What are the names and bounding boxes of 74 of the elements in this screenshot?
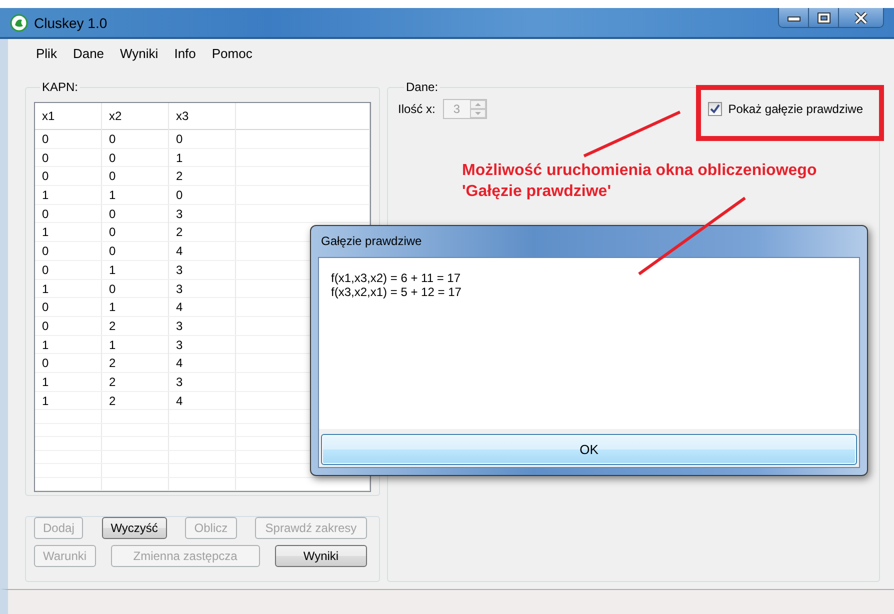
table-cell: 1 — [35, 372, 102, 391]
table-cell: 3 — [169, 372, 236, 391]
close-icon — [854, 12, 868, 24]
column-header[interactable]: x1 — [35, 103, 102, 130]
table-cell: 0 — [35, 354, 102, 372]
table-cell: 3 — [169, 260, 236, 279]
table-cell: 0 — [102, 130, 169, 148]
table-cell: 2 — [102, 354, 169, 372]
close-button[interactable] — [839, 8, 883, 27]
table-cell: 1 — [35, 280, 102, 298]
table-cell: 0 — [35, 130, 102, 148]
table-cell: 2 — [169, 167, 236, 186]
table-cell: 1 — [102, 260, 169, 279]
table-cell: 3 — [169, 316, 236, 335]
table-cell: 2 — [102, 316, 169, 335]
table-cell: 4 — [169, 242, 236, 260]
table-cell: 0 — [102, 223, 169, 242]
table-cell: 2 — [169, 223, 236, 242]
app-logo-icon — [10, 14, 28, 32]
table-cell: 0 — [35, 298, 102, 316]
annotation-text: 'Gałęzie prawdziwe' — [462, 182, 612, 202]
table-cell: 1 — [169, 148, 236, 167]
ok-button[interactable]: OK — [321, 434, 857, 465]
window-title: Cluskey 1.0 — [34, 14, 108, 30]
table-cell: 0 — [35, 148, 102, 167]
table-cell: 1 — [102, 186, 169, 204]
checkbox-label[interactable]: Pokaż gałęzie prawdziwe — [728, 102, 863, 116]
menu-item[interactable]: Info — [166, 42, 204, 64]
table-cell: 3 — [169, 280, 236, 298]
field-label: Ilość x: — [398, 102, 436, 116]
menu-item[interactable]: Plik — [28, 42, 65, 64]
menu-item[interactable]: Dane — [64, 42, 112, 64]
group-title: KAPN: — [41, 80, 80, 94]
maximize-button[interactable] — [809, 8, 839, 27]
table-cell: 2 — [102, 392, 169, 410]
table-cell: 0 — [102, 167, 169, 186]
table-cell: 0 — [35, 242, 102, 260]
table-cell: 0 — [35, 260, 102, 279]
minimize-button[interactable] — [779, 8, 809, 27]
table-cell: 1 — [35, 336, 102, 354]
column-header[interactable]: x3 — [169, 103, 236, 130]
result-line: f(x1,x3,x2) = 6 + 11 = 17 — [331, 271, 462, 285]
table-cell: 3 — [169, 204, 236, 223]
table-cell: 0 — [102, 280, 169, 298]
table-cell: 1 — [35, 186, 102, 204]
menu-item[interactable]: Pomoc — [204, 42, 260, 64]
table-cell: 1 — [35, 223, 102, 242]
annotation-text: Możliwość uruchomienia okna obliczeniowego — [462, 161, 817, 181]
result-line: f(x3,x2,x1) = 5 + 12 = 17 — [331, 285, 462, 299]
table-cell: 0 — [102, 242, 169, 260]
table-cell: 4 — [169, 392, 236, 410]
table-cell: 1 — [102, 336, 169, 354]
column-header[interactable]: x2 — [102, 103, 169, 130]
table-cell: 0 — [35, 204, 102, 223]
table-cell: 0 — [102, 204, 169, 223]
action-button[interactable]: Wyczyść — [102, 517, 167, 539]
table-cell: 0 — [169, 186, 236, 204]
action-button[interactable]: Wyniki — [274, 545, 367, 567]
table-cell: 2 — [102, 372, 169, 391]
table-cell: 4 — [169, 298, 236, 316]
table-cell: 1 — [102, 298, 169, 316]
minimize-icon — [786, 14, 800, 22]
maximize-icon — [816, 12, 830, 24]
menu-item[interactable]: Wyniki — [112, 42, 166, 64]
table-cell: 4 — [169, 354, 236, 372]
table-cell: 0 — [35, 167, 102, 186]
checkbox[interactable] — [708, 102, 722, 116]
table-cell: 0 — [35, 316, 102, 335]
table-cell: 3 — [169, 336, 236, 354]
table-cell: 0 — [169, 130, 236, 148]
table-cell: 1 — [35, 392, 102, 410]
table-cell: 0 — [102, 148, 169, 167]
group-title: Dane: — [405, 80, 440, 94]
dialog-title: Gałęzie prawdziwe — [320, 233, 423, 250]
